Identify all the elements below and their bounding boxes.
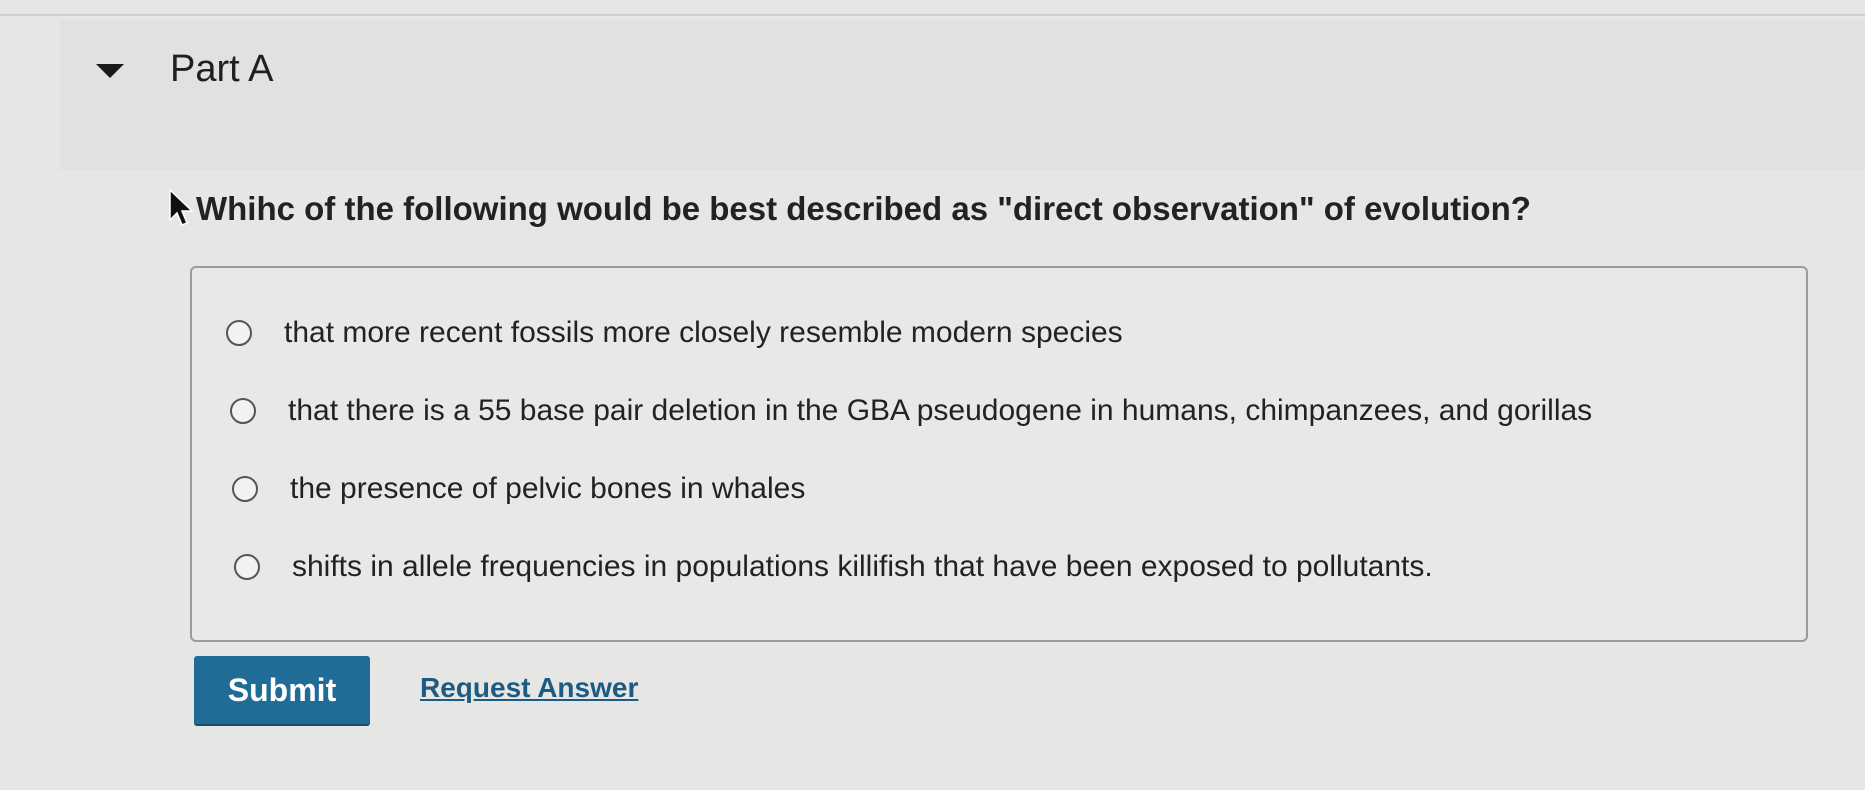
mouse-cursor-icon <box>169 188 194 226</box>
answer-option-label: that there is a 55 base pair deletion in… <box>288 394 1593 427</box>
answer-options: that more recent fossils more closely re… <box>190 266 1808 642</box>
answer-option-label: shifts in allele frequencies in populati… <box>292 550 1433 583</box>
top-divider <box>0 14 1865 16</box>
radio-button[interactable] <box>230 398 256 424</box>
part-header <box>60 20 1865 170</box>
answer-option-2[interactable]: that there is a 55 base pair deletion in… <box>230 394 1592 428</box>
answer-option-4[interactable]: shifts in allele frequencies in populati… <box>234 550 1433 584</box>
caret-down-icon[interactable] <box>96 64 124 78</box>
radio-button[interactable] <box>234 554 260 580</box>
request-answer-link[interactable]: Request Answer <box>420 672 638 704</box>
question-text: Whihc of the following would be best des… <box>196 190 1531 227</box>
answer-option-1[interactable]: that more recent fossils more closely re… <box>226 316 1123 350</box>
part-title[interactable]: Part A <box>170 48 274 91</box>
answer-option-label: that more recent fossils more closely re… <box>284 316 1123 349</box>
radio-button[interactable] <box>226 320 252 346</box>
radio-button[interactable] <box>232 476 258 502</box>
submit-button[interactable]: Submit <box>194 656 370 724</box>
answer-option-label: the presence of pelvic bones in whales <box>290 472 806 505</box>
answer-option-3[interactable]: the presence of pelvic bones in whales <box>232 472 805 506</box>
